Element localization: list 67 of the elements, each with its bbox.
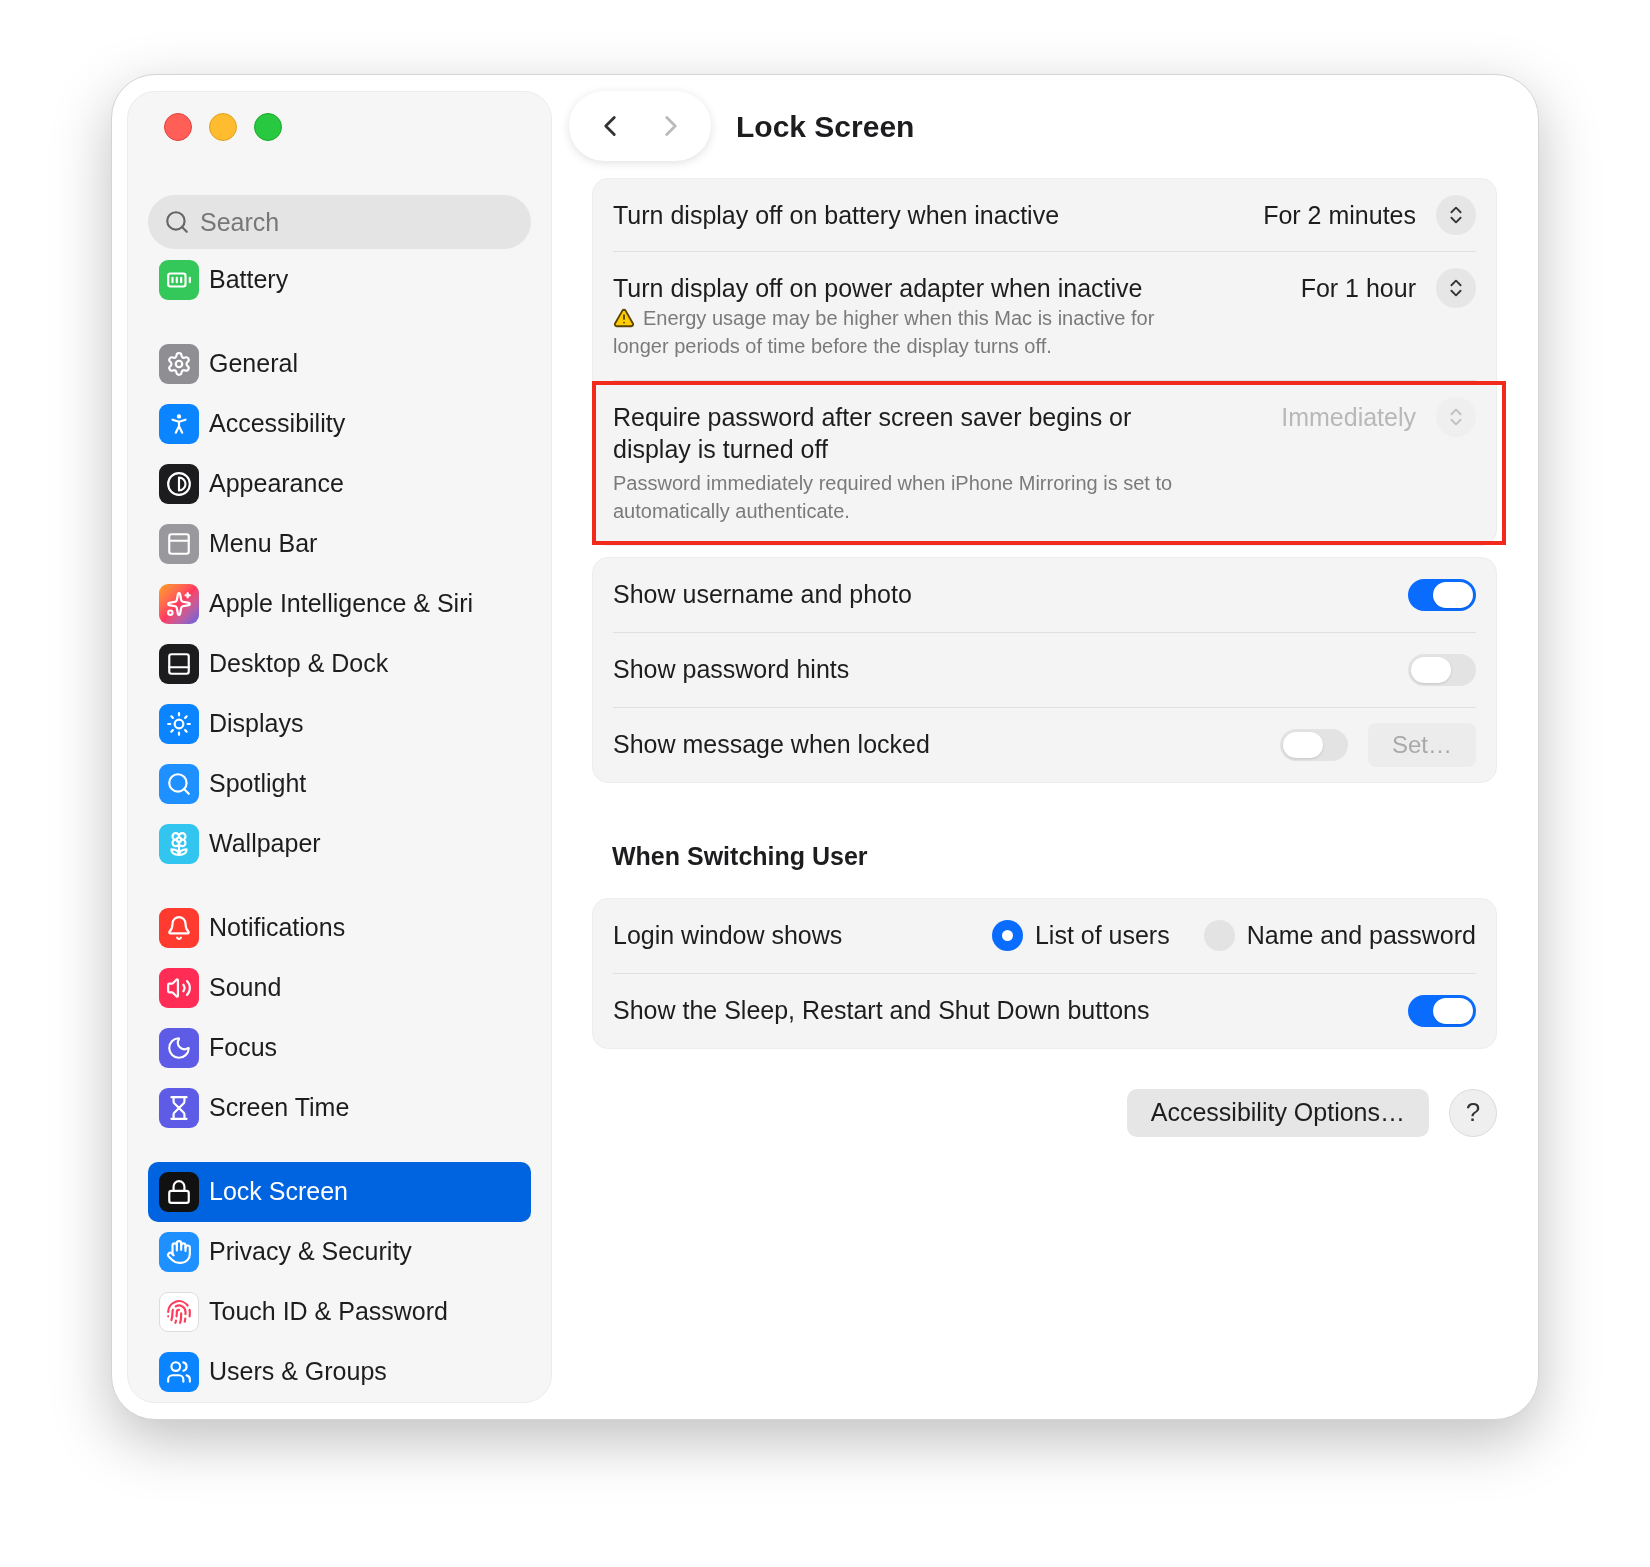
sidebar-item[interactable]: Battery <box>148 250 531 310</box>
toggle-switch[interactable] <box>1408 654 1476 686</box>
sidebar-item[interactable]: Menu Bar <box>148 514 531 574</box>
setting-label: Turn display off on battery when inactive <box>613 200 1061 231</box>
sidebar-item[interactable]: Spotlight <box>148 754 531 814</box>
sidebar-item[interactable]: Touch ID & Password <box>148 1282 531 1342</box>
sidebar-item[interactable]: Apple Intelligence & Siri <box>148 574 531 634</box>
setting-label: Require password after screen saver begins or display is turned off <box>613 402 1133 465</box>
toggle-switch[interactable] <box>1279 729 1348 761</box>
sidebar-item[interactable]: Notifications <box>148 898 531 958</box>
speaker-icon <box>159 968 199 1008</box>
zoom-button[interactable] <box>254 112 282 141</box>
search-icon <box>164 209 190 235</box>
sidebar-item[interactable]: Accessibility <box>148 394 531 454</box>
dock-icon <box>159 644 199 684</box>
close-button[interactable] <box>164 112 192 141</box>
radio-label: Name and password <box>1246 919 1476 951</box>
sidebar-item[interactable]: Wallpaper <box>148 814 531 874</box>
setting-label: Turn display off on power adapter when inactive <box>613 273 1144 304</box>
toggle-switch[interactable] <box>1408 579 1476 611</box>
popup-value[interactable]: For 1 hour <box>1300 272 1416 304</box>
section-heading: When Switching User <box>612 841 869 872</box>
person-icon <box>159 404 199 444</box>
help-button[interactable]: ? <box>1449 1088 1497 1137</box>
note-text: Password immediately required when iPhone Mirroring is set to automatically authenticate. <box>613 471 1174 524</box>
sparkle-icon <box>159 584 199 624</box>
lock-icon <box>159 1172 199 1212</box>
moon-icon <box>159 1028 199 1068</box>
sidebar-item[interactable]: Screen Time <box>148 1078 531 1138</box>
accessibility-options-button[interactable]: Accessibility Options… <box>1126 1088 1429 1137</box>
sidebar-item[interactable]: Displays <box>148 694 531 754</box>
sidebar-item[interactable]: Appearance <box>148 454 531 514</box>
search-field[interactable]: Search <box>148 195 531 249</box>
sidebar-item[interactable]: Sound <box>148 958 531 1018</box>
hourglass-icon <box>159 1088 199 1128</box>
setting-label: Show the Sleep, Restart and Shut Down buttons <box>613 994 1150 1026</box>
hand-icon <box>159 1232 199 1272</box>
warning-text: Energy usage may be higher when this Mac is inactive for longer periods of time before the display turns off. <box>613 305 1156 359</box>
bell-icon <box>159 908 199 948</box>
contrast-icon <box>159 464 199 504</box>
sidebar-item[interactable]: General <box>148 334 531 394</box>
setting-label: Show message when locked <box>613 729 930 761</box>
radio-button[interactable] <box>991 920 1023 951</box>
window-title: Lock Screen <box>736 108 915 145</box>
sidebar-item[interactable]: Desktop & Dock <box>148 634 531 694</box>
battery-icon <box>159 260 199 300</box>
warning-icon <box>613 306 635 329</box>
toggle-switch[interactable] <box>1408 994 1476 1027</box>
sidebar-item[interactable]: Focus <box>148 1018 531 1078</box>
fingerprint-icon <box>159 1292 199 1332</box>
sidebar-item[interactable]: Users & Groups <box>148 1342 531 1402</box>
minimize-button[interactable] <box>209 112 237 141</box>
stepper-icon[interactable] <box>1436 268 1476 308</box>
popup-value[interactable]: For 2 minutes <box>1263 199 1416 231</box>
users-icon <box>159 1352 199 1392</box>
sidebar-item[interactable]: Lock Screen <box>148 1162 531 1222</box>
sidebar-item[interactable]: Privacy & Security <box>148 1222 531 1282</box>
setting-label: Show username and photo <box>613 579 912 611</box>
flower-icon <box>159 824 199 864</box>
setting-label: Login window shows <box>613 919 843 951</box>
sun-icon <box>159 704 199 744</box>
radio-label: List of users <box>1034 919 1170 951</box>
gear-icon <box>159 344 199 384</box>
setting-label: Show password hints <box>613 654 850 686</box>
menu-bar-icon <box>159 524 199 564</box>
search-icon <box>159 764 199 804</box>
stepper-icon[interactable] <box>1436 195 1476 235</box>
